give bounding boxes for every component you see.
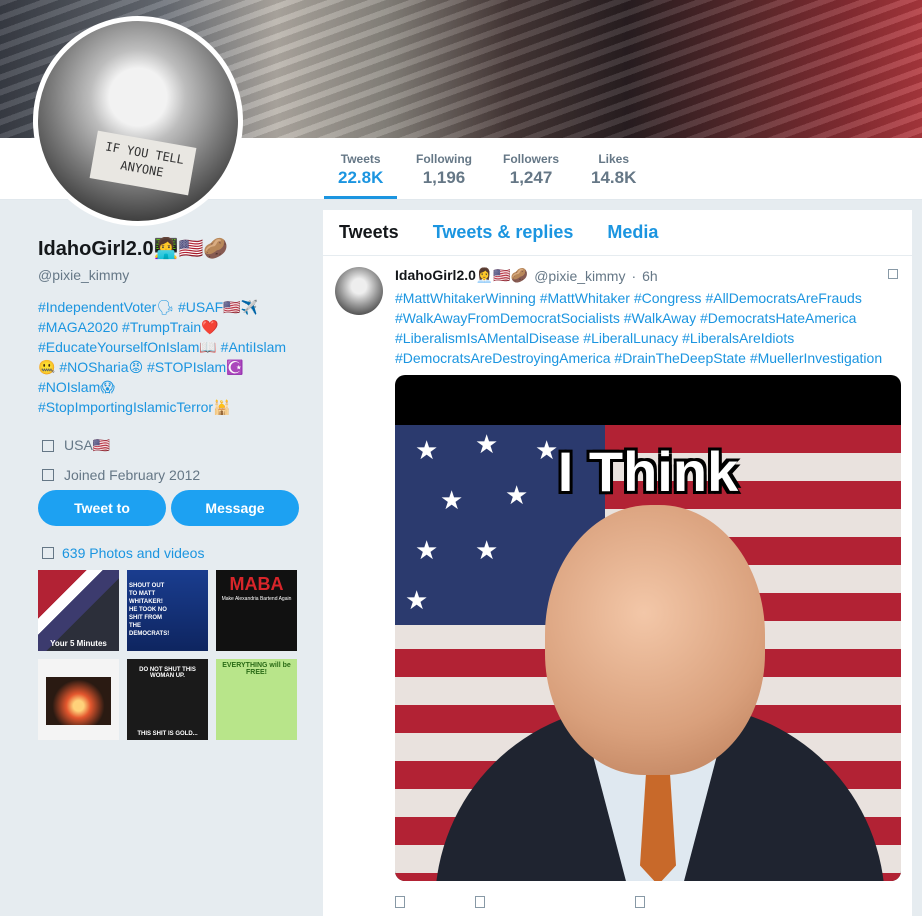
- tab-tweets[interactable]: Tweets: [339, 222, 399, 243]
- stat-likes[interactable]: Likes 14.8K: [591, 152, 636, 188]
- chevron-down-icon[interactable]: [888, 269, 898, 279]
- tweet-body: IdahoGirl2.0👩‍💼🇺🇸🥔 @pixie_kimmy · 6h #Ma…: [395, 267, 900, 368]
- avatar-tape-text: IF YOU TELL ANYONE: [89, 130, 197, 196]
- bio-line[interactable]: #NOIslam😱: [38, 377, 300, 397]
- profile-actions: Tweet to Message: [38, 490, 299, 526]
- thumb-caption: THIS SHIT IS GOLD...: [137, 731, 198, 737]
- timeline: Tweets Tweets & replies Media IdahoGirl2…: [323, 210, 912, 916]
- tweet-separator: ·: [631, 267, 637, 284]
- joined-row: Joined February 2012: [38, 460, 300, 489]
- profile-handle[interactable]: @pixie_kimmy: [38, 267, 300, 283]
- media-caption: I Think: [557, 440, 739, 503]
- stat-following-label: Following: [416, 152, 472, 166]
- fire-image: [46, 677, 111, 725]
- bio-line[interactable]: #EducateYourselfOnIslam📖 #AntiIslam: [38, 337, 300, 357]
- stat-likes-label: Likes: [598, 152, 630, 166]
- thumb-caption: Your 5 Minutes: [50, 639, 107, 648]
- profile-card: IdahoGirl2.0👩‍💻🇺🇸🥔 @pixie_kimmy #Indepen…: [38, 236, 300, 489]
- media-grid: Your 5 Minutes SHOUT OUT TO MATT WHITAKE…: [38, 570, 297, 740]
- tweet-avatar[interactable]: [335, 267, 383, 315]
- stat-followers[interactable]: Followers 1,247: [503, 152, 559, 188]
- tab-tweets-replies[interactable]: Tweets & replies: [433, 222, 574, 243]
- tab-media[interactable]: Media: [607, 222, 658, 243]
- tweet-author-handle[interactable]: @pixie_kimmy: [534, 268, 625, 284]
- bio-line[interactable]: #MAGA2020 #TrumpTrain❤️: [38, 317, 300, 337]
- tweet-hashtags[interactable]: #LiberalismIsAMentalDisease #LiberalLuna…: [395, 328, 895, 348]
- tweet-to-button[interactable]: Tweet to: [38, 490, 166, 526]
- stat-followers-value: 1,247: [509, 168, 553, 187]
- location-row: USA🇺🇸: [38, 431, 300, 460]
- media-thumbnail[interactable]: SHOUT OUT TO MATT WHITAKER! HE TOOK NO S…: [127, 570, 208, 651]
- media-thumbnail[interactable]: EVERYTHING will be FREE!: [216, 659, 297, 740]
- media-thumbnail[interactable]: [38, 659, 119, 740]
- profile-bio: #IndependentVoter🗣 #USAF🇺🇸✈️ #MAGA2020 #…: [38, 297, 300, 417]
- photos-videos-link[interactable]: 639 Photos and videos: [38, 545, 204, 561]
- stat-tweets[interactable]: Tweets 22.8K: [323, 152, 398, 199]
- bio-line[interactable]: 🤐 #NOSharia😡 #STOPIslam☪️: [38, 357, 300, 377]
- stat-likes-value: 14.8K: [591, 168, 637, 187]
- thumb-caption: EVERYTHING will be FREE!: [222, 662, 291, 676]
- message-button[interactable]: Message: [171, 490, 299, 526]
- media-thumbnail[interactable]: Your 5 Minutes: [38, 570, 119, 651]
- reply-icon[interactable]: [395, 896, 405, 908]
- thumb-caption: MABA: [229, 574, 284, 594]
- calendar-icon: [42, 468, 54, 481]
- profile-meta: USA🇺🇸 Joined February 2012: [38, 431, 300, 489]
- bio-line[interactable]: #StopImportingIslamicTerror🕌: [38, 397, 300, 417]
- photos-videos-label: 639 Photos and videos: [62, 545, 205, 561]
- stat-tweets-value: 22.8K: [338, 168, 384, 187]
- head-shape: [545, 505, 765, 775]
- like-icon[interactable]: [635, 896, 645, 908]
- thumb-caption: DO NOT SHUT THIS WOMAN UP.: [139, 667, 196, 679]
- retweet-icon[interactable]: [475, 896, 485, 908]
- location-icon: [42, 439, 54, 452]
- star-icon: ★: [405, 585, 429, 615]
- tweet-hashtags[interactable]: #DemocratsAreDestroyingAmerica #DrainThe…: [395, 348, 895, 368]
- tweet-actions: [395, 896, 715, 908]
- tweet[interactable]: IdahoGirl2.0👩‍💼🇺🇸🥔 @pixie_kimmy · 6h #Ma…: [323, 257, 912, 378]
- timeline-tabs: Tweets Tweets & replies Media: [323, 210, 912, 256]
- media-thumbnail[interactable]: MABA Make Alexandria Bartend Again: [216, 570, 297, 651]
- thumb-caption: Make Alexandria Bartend Again: [221, 596, 292, 602]
- thumb-caption: SHOUT OUT TO MATT WHITAKER! HE TOOK NO S…: [129, 583, 170, 637]
- bio-line[interactable]: #IndependentVoter🗣 #USAF🇺🇸✈️: [38, 297, 300, 317]
- star-icon: ★: [475, 535, 499, 565]
- media-thumbnail[interactable]: DO NOT SHUT THIS WOMAN UP. THIS SHIT IS …: [127, 659, 208, 740]
- stat-following-value: 1,196: [422, 168, 466, 187]
- tweet-time[interactable]: 6h: [642, 268, 658, 284]
- joined-text: Joined February 2012: [64, 466, 201, 483]
- tweet-hashtags[interactable]: #MattWhitakerWinning #MattWhitaker #Cong…: [395, 288, 895, 308]
- profile-avatar[interactable]: IF YOU TELL ANYONE: [33, 16, 243, 226]
- photo-icon: [42, 547, 54, 559]
- tweet-header: IdahoGirl2.0👩‍💼🇺🇸🥔 @pixie_kimmy · 6h: [395, 267, 900, 284]
- location-text: USA🇺🇸: [64, 437, 111, 453]
- profile-name[interactable]: IdahoGirl2.0👩‍💻🇺🇸🥔: [38, 236, 300, 261]
- tweet-author-name[interactable]: IdahoGirl2.0👩‍💼🇺🇸🥔: [395, 267, 528, 284]
- stat-following[interactable]: Following 1,196: [416, 152, 472, 188]
- tweet-media-image[interactable]: ★ ★ ★ ★ ★ ★ ★ ★ I Think: [395, 375, 901, 881]
- tweet-text: #MattWhitakerWinning #MattWhitaker #Cong…: [395, 288, 895, 368]
- stat-followers-label: Followers: [503, 152, 560, 166]
- stat-tweets-label: Tweets: [340, 152, 381, 166]
- star-icon: ★: [415, 535, 439, 565]
- tweet-hashtags[interactable]: #WalkAwayFromDemocratSocialists #WalkAwa…: [395, 308, 895, 328]
